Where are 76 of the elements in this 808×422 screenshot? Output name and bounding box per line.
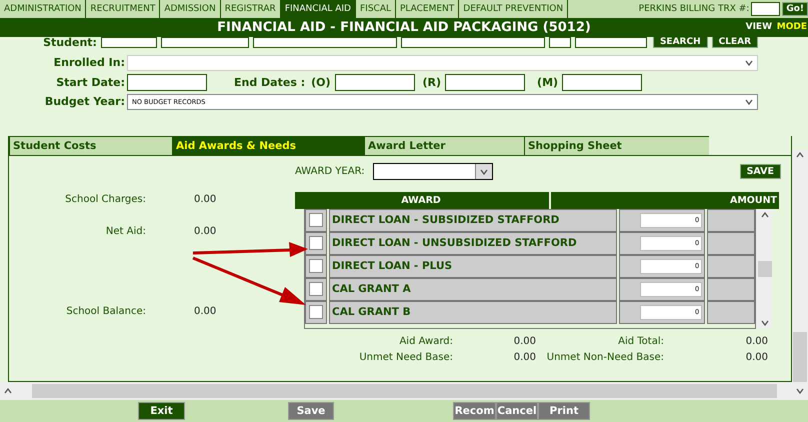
column-header: AMOUNT: [551, 192, 779, 209]
trx-label: PERKINS BILLING TRX #:: [638, 4, 750, 14]
mode-label[interactable]: MODE: [776, 22, 807, 32]
award-name-cell: DIRECT LOAN - UNSUBSIDIZED STAFFORD: [329, 232, 617, 255]
scroll-down-icon: [760, 320, 768, 326]
column-header: AWARD: [295, 192, 549, 209]
student-field[interactable]: [100, 36, 157, 48]
footer-button[interactable]: Recom: [453, 402, 496, 420]
tab[interactable]: Award Letter: [364, 136, 524, 156]
award-year-label: AWARD YEAR:: [295, 166, 365, 178]
start-date-label: Start Date:: [55, 76, 126, 89]
enrolled-label: Enrolled In:: [52, 56, 126, 70]
start-date-field[interactable]: [127, 74, 207, 91]
budget-year-label: Budget Year:: [44, 95, 126, 108]
summary-value: 0.00: [744, 336, 768, 347]
award-name-cell: CAL GRANT B: [329, 300, 617, 324]
clear-button[interactable]: CLEAR: [712, 36, 758, 48]
award-name-cell: DIRECT LOAN - SUBSIDIZED STAFFORD: [329, 208, 617, 232]
student-field[interactable]: [252, 36, 397, 48]
horizontal-scrollbar[interactable]: [0, 382, 808, 400]
trx-input[interactable]: [751, 2, 780, 16]
stat-label: School Balance:: [65, 306, 146, 319]
student-field[interactable]: [400, 36, 545, 48]
summary-value: 0.00: [744, 352, 768, 363]
stat-value: 0.00: [194, 306, 216, 319]
student-field[interactable]: [548, 36, 571, 48]
go-button[interactable]: Go!: [782, 2, 808, 16]
scrollbar[interactable]: [792, 150, 808, 382]
summary-value: 0.00: [512, 336, 536, 347]
end-dates-label: End Dates :: [234, 76, 306, 89]
caret-icon: [745, 98, 753, 105]
footer-button[interactable]: Print: [538, 402, 590, 420]
end-date-field[interactable]: [562, 74, 642, 91]
end-date-field[interactable]: [445, 74, 526, 91]
save-button[interactable]: SAVE: [740, 164, 781, 180]
page-title: FINANCIAL AID - FINANCIAL AID PACKAGING (5012): [217, 20, 591, 35]
end-r-label: (R): [422, 76, 442, 89]
student-label: Student:: [42, 36, 98, 48]
summary-label: Unmet Non-Need Base:: [546, 352, 664, 363]
tab[interactable]: Student Costs: [9, 136, 172, 156]
student-field[interactable]: [160, 36, 249, 48]
summary-label: Aid Total:: [617, 336, 664, 347]
nav-tab[interactable]: FINANCIAL AID: [280, 0, 356, 18]
award-name-cell: CAL GRANT A: [329, 278, 617, 301]
scrollbar[interactable]: [756, 208, 773, 329]
checkbox[interactable]: [309, 259, 323, 274]
stat-value: 0.00: [194, 226, 216, 239]
tab[interactable]: Shopping Sheet: [524, 136, 709, 156]
checkbox[interactable]: [309, 282, 323, 296]
student-field[interactable]: [574, 36, 647, 48]
view-label[interactable]: VIEW: [746, 22, 772, 32]
caret-icon: [480, 168, 488, 175]
search-button[interactable]: SEARCH: [652, 36, 708, 48]
end-o-label: (O): [311, 76, 331, 89]
summary-label: Aid Award:: [398, 336, 453, 347]
stat-value: 0.00: [194, 194, 216, 207]
stat-label: School Charges:: [64, 194, 146, 207]
award-year-dropdown[interactable]: [372, 163, 493, 180]
tab[interactable]: Aid Awards & Needs: [172, 136, 364, 156]
scroll-thumb[interactable]: [758, 260, 772, 277]
end-date-field[interactable]: [334, 74, 415, 91]
checkbox[interactable]: [309, 305, 323, 320]
scroll-up-icon: [796, 152, 804, 158]
checkbox[interactable]: [309, 213, 323, 228]
footer-button[interactable]: Save: [288, 402, 334, 420]
caret-icon: [745, 60, 753, 66]
scroll-up-icon: [760, 212, 768, 218]
checkbox[interactable]: [309, 236, 323, 250]
stat-label: Net Aid:: [104, 226, 146, 239]
award-name-cell: DIRECT LOAN - PLUS: [329, 254, 617, 278]
end-m-label: (M): [537, 76, 558, 89]
summary-label: Unmet Need Base:: [358, 352, 453, 363]
summary-value: 0.00: [512, 352, 536, 363]
footer-button[interactable]: Cancel: [496, 402, 538, 420]
scroll-thumb[interactable]: [793, 332, 807, 382]
footer-button[interactable]: Exit: [138, 402, 185, 420]
